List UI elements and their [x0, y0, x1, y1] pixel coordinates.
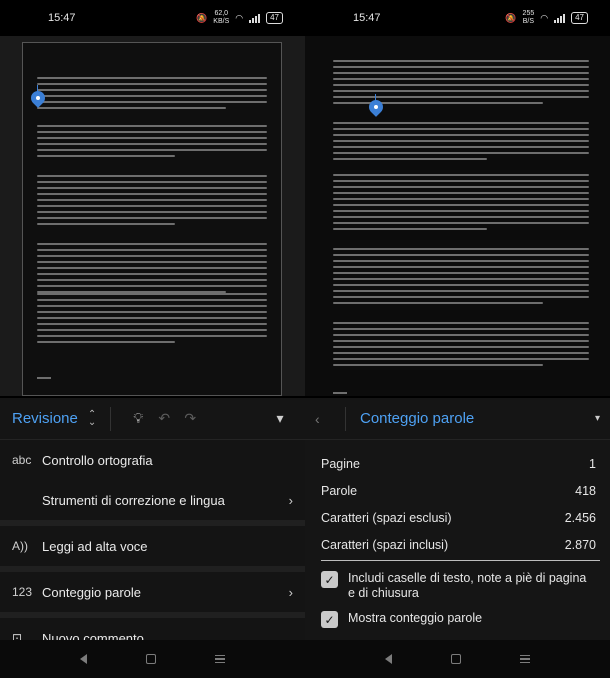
status-time: 15:47 — [48, 12, 76, 24]
review-panel: Revisione ⌃ ⌄ 💡︎ ↶ ↷ ▾ abc Controllo orto… — [0, 398, 305, 658]
network-speed: 62,0 KB/S — [213, 10, 230, 25]
nav-menu-icon[interactable] — [520, 654, 531, 664]
document-paragraph — [333, 122, 589, 164]
stat-row: Caratteri (spazi esclusi) 2.456 — [321, 510, 596, 525]
lightbulb-icon[interactable]: 💡︎ — [125, 406, 151, 432]
cursor-handle-icon[interactable] — [366, 94, 386, 117]
nav-home-icon[interactable] — [450, 654, 461, 664]
document-paragraph — [333, 248, 589, 308]
nav-back-icon[interactable] — [384, 654, 392, 664]
document-viewport[interactable] — [305, 36, 610, 396]
stat-row: Caratteri (spazi inclusi) 2.870 — [321, 537, 596, 552]
document-page[interactable] — [327, 52, 595, 402]
status-time: 15:47 — [353, 12, 381, 24]
wifi-icon: ◠ — [235, 12, 244, 23]
dropdown-arrow-icon[interactable]: ▾ — [267, 406, 293, 432]
chevron-right-icon: › — [288, 584, 293, 600]
wifi-icon: ◠ — [540, 12, 549, 23]
word-count-panel: ‹ Conteggio parole ▾ Pagine 1 Parole 418… — [305, 398, 610, 640]
document-signature — [333, 392, 347, 394]
divider — [321, 560, 600, 561]
proofing-tools-item[interactable]: Strumenti di correzione e lingua › — [0, 480, 305, 520]
system-nav-bar — [305, 640, 610, 678]
network-speed: 255 B/S — [522, 10, 535, 25]
show-word-count-option[interactable]: ✓ Mostra conteggio parole — [305, 611, 610, 628]
document-paragraph — [333, 322, 589, 370]
phone-right: 15:47 🔕 255 B/S ◠ 47 ‹ Conteggio parole … — [305, 0, 610, 678]
document-viewport[interactable] — [0, 36, 305, 396]
include-textboxes-checkbox[interactable]: ✓ — [321, 571, 338, 588]
undo-icon[interactable]: ↶ — [151, 406, 177, 432]
cursor-handle-icon[interactable] — [28, 85, 48, 108]
stat-row: Parole 418 — [321, 483, 596, 498]
document-page[interactable] — [22, 42, 282, 396]
chevron-updown-icon[interactable]: ⌃ ⌄ — [88, 409, 96, 427]
stat-row: Pagine 1 — [321, 456, 596, 471]
signal-icon — [249, 13, 261, 23]
system-nav-bar — [0, 640, 305, 678]
panel-toolbar: Revisione ⌃ ⌄ 💡︎ ↶ ↷ ▾ — [0, 398, 305, 440]
panel-toolbar: ‹ Conteggio parole ▾ — [305, 398, 610, 440]
word-count-icon: 123 — [12, 585, 33, 599]
battery-icon: 47 — [266, 12, 283, 24]
panel-title: Conteggio parole — [360, 410, 475, 427]
spellcheck-icon: abc — [12, 453, 32, 467]
document-paragraph — [37, 175, 267, 229]
include-textboxes-option[interactable]: ✓ Includi caselle di testo, note a piè d… — [305, 571, 610, 601]
signal-icon — [554, 13, 566, 23]
phone-left: 15:47 🔕 62,0 KB/S ◠ 47 Revisione ⌃ ⌄ 💡︎ … — [0, 0, 305, 678]
word-count-item[interactable]: 123 Conteggio parole › — [0, 572, 305, 612]
nav-back-icon[interactable] — [79, 654, 87, 664]
mute-icon: 🔕 — [505, 12, 517, 23]
show-word-count-checkbox[interactable]: ✓ — [321, 611, 338, 628]
redo-icon[interactable]: ↷ — [177, 406, 203, 432]
chevron-right-icon: › — [288, 492, 293, 508]
document-paragraph — [37, 243, 267, 297]
document-paragraph — [37, 125, 267, 161]
document-paragraph — [37, 77, 267, 113]
status-bar: 15:47 🔕 255 B/S ◠ 47 — [305, 0, 610, 36]
nav-menu-icon[interactable] — [215, 654, 226, 664]
mute-icon: 🔕 — [196, 12, 208, 23]
dropdown-arrow-icon[interactable]: ▾ — [595, 413, 600, 424]
battery-icon: 47 — [571, 12, 588, 24]
document-paragraph — [37, 293, 267, 347]
status-bar: 15:47 🔕 62,0 KB/S ◠ 47 — [0, 0, 305, 36]
tab-selector[interactable]: Revisione — [12, 410, 78, 427]
word-count-stats: Pagine 1 Parole 418 Caratteri (spazi esc… — [305, 440, 610, 558]
spell-check-item[interactable]: abc Controllo ortografia — [0, 440, 305, 480]
read-aloud-icon: A)) — [12, 539, 28, 553]
document-signature — [37, 377, 51, 379]
back-chevron-icon[interactable]: ‹ — [315, 411, 345, 427]
read-aloud-item[interactable]: A)) Leggi ad alta voce — [0, 526, 305, 566]
document-paragraph — [333, 174, 589, 234]
nav-home-icon[interactable] — [145, 654, 156, 664]
